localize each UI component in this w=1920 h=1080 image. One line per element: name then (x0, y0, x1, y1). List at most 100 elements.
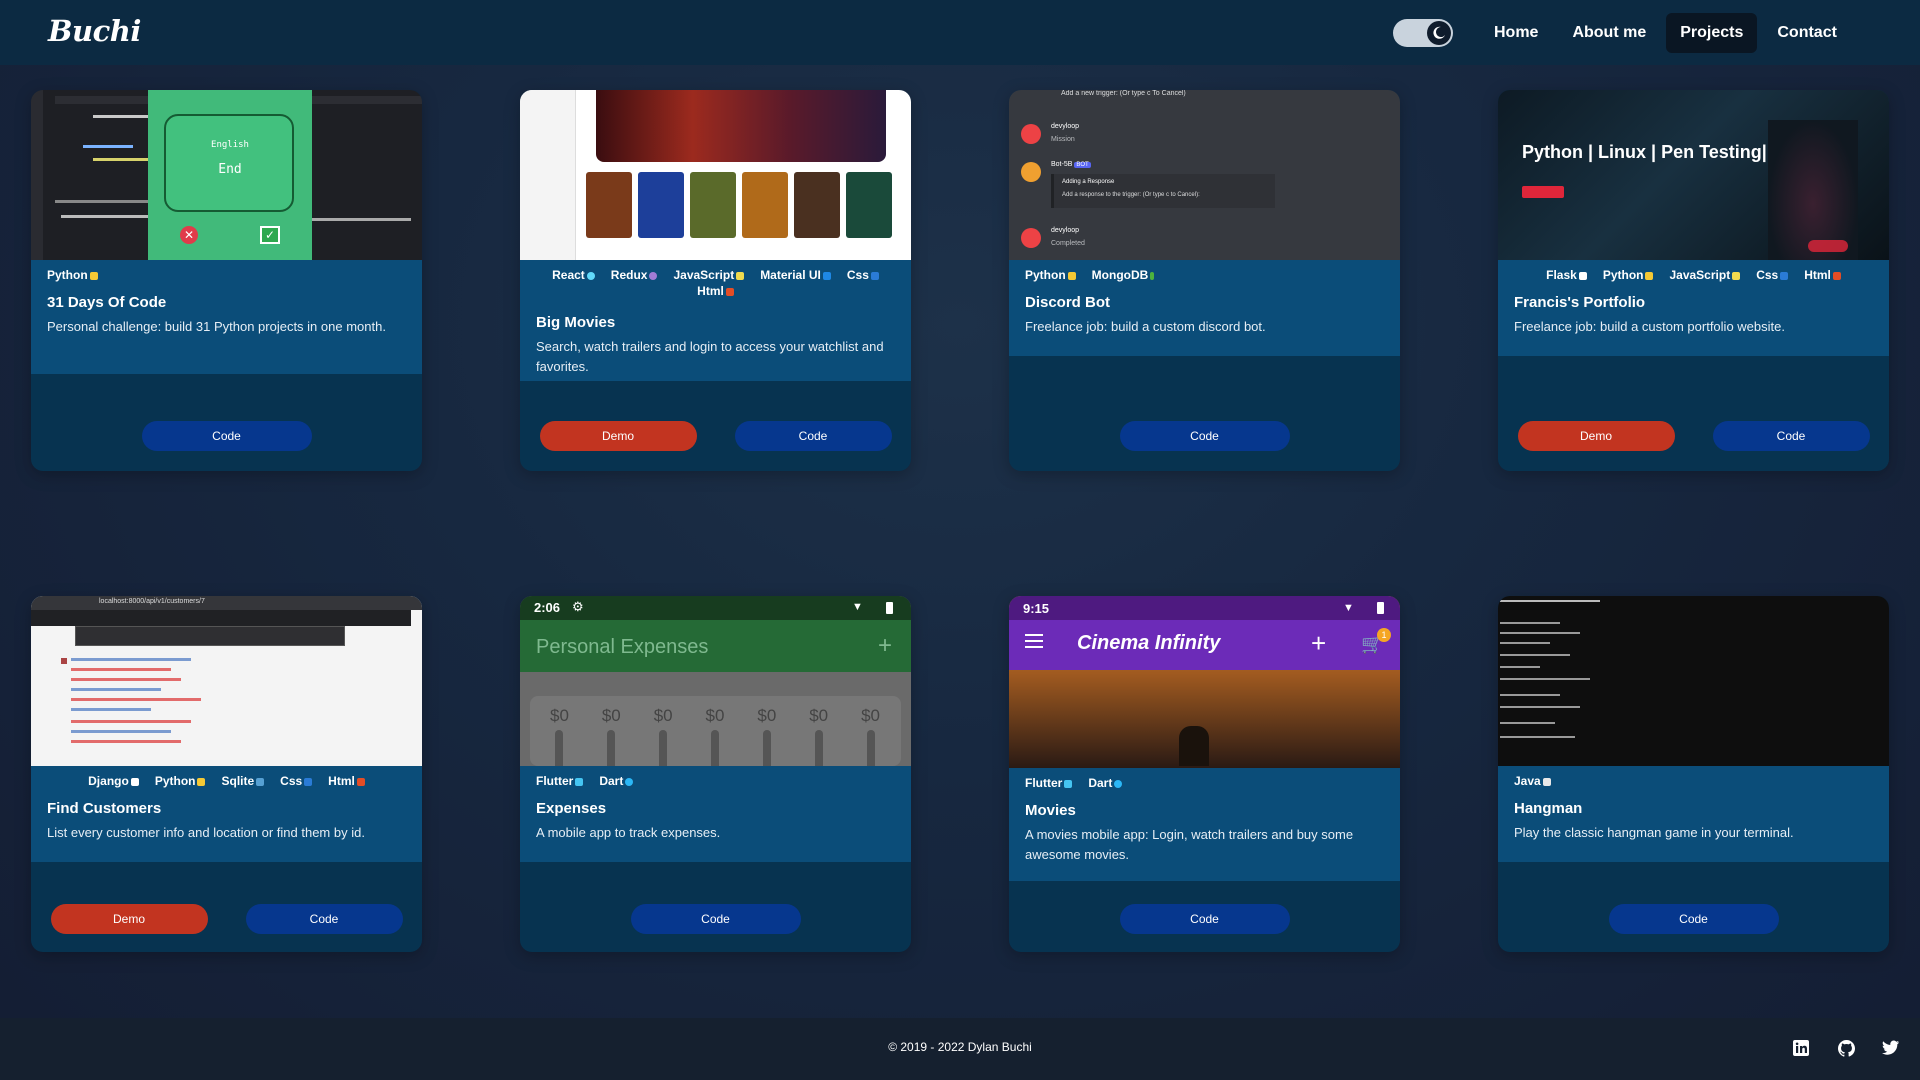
bar-amount: $0 (653, 706, 673, 725)
tag-flask: Flask (1546, 268, 1587, 282)
project-screenshot (520, 90, 911, 260)
card-actions: Code (1498, 904, 1889, 934)
tag-sqlite: Sqlite (221, 774, 265, 788)
code-button[interactable]: Code (1608, 904, 1779, 934)
tag-flutter: Flutter (1025, 776, 1073, 790)
tag-html: Html (328, 774, 365, 788)
project-description: Freelance job: build a custom discord bo… (1025, 319, 1266, 334)
wrong-icon: ✕ (180, 226, 198, 244)
bar-amount: $0 (809, 706, 829, 725)
demo-button[interactable]: Demo (539, 421, 697, 451)
app-title: Personal Expenses (536, 636, 709, 658)
card-info: Java Hangman Play the classic hangman ga… (1498, 766, 1889, 862)
settings-icon: ⚙ (572, 599, 584, 614)
battery-icon (886, 602, 893, 614)
tech-tags: Flutter Dart (536, 774, 895, 788)
project-screenshot: Python | Linux | Pen Testing| (1498, 90, 1889, 260)
bar-amount: $0 (757, 706, 777, 725)
status-time: 9:15 (1023, 601, 1050, 616)
nav-home[interactable]: Home (1480, 13, 1552, 53)
card-actions: Code (520, 904, 911, 934)
bot-avatar-icon (1021, 162, 1041, 182)
card-info: Python MongoDB Discord Bot Freelance job… (1009, 260, 1400, 356)
project-title: Find Customers (47, 800, 162, 817)
tech-tags: Flutter Dart (1025, 776, 1384, 790)
tag-css: Css (280, 774, 313, 788)
card-actions: Demo Code (1498, 421, 1889, 451)
embed-title: Adding a Response (1062, 179, 1115, 185)
tech-tags: React Redux JavaScript Material UI Css H… (536, 268, 895, 298)
project-card: 9:15 ▼ Cinema Infinity + 🛒 1 Flutter Dar… (1009, 596, 1400, 952)
card-info: Flutter Dart Movies A movies mobile app:… (1009, 768, 1400, 881)
tag-python: Python (47, 268, 98, 282)
site-logo[interactable]: Buchi (48, 14, 141, 48)
tag-react: React (552, 268, 595, 282)
tag-dart: Dart (599, 774, 634, 788)
top-navbar: Buchi Home About me Projects Contact (0, 0, 1920, 65)
project-title: Movies (1025, 802, 1076, 819)
portfolio-cta (1522, 186, 1564, 198)
demo-button[interactable]: Demo (50, 904, 208, 934)
code-button[interactable]: Code (141, 421, 312, 451)
card-actions: Code (1009, 421, 1400, 451)
discord-message: Mission (1051, 136, 1075, 143)
tech-tags: Python (47, 268, 406, 282)
code-button[interactable]: Code (630, 904, 801, 934)
demo-button[interactable]: Demo (1517, 421, 1675, 451)
nav-contact[interactable]: Contact (1763, 13, 1851, 53)
nav-about-me[interactable]: About me (1558, 13, 1660, 53)
project-screenshot: English End ✕ ✓ (31, 90, 422, 260)
tag-javascript: JavaScript (1669, 268, 1741, 282)
browser-url: localhost:8000/api/v1/customers/7 (99, 598, 205, 605)
status-time: 2:06 (534, 600, 561, 615)
project-screenshot: 2:06 ⚙ ▼ Personal Expenses + $0 $0 $0 $0… (520, 596, 911, 766)
project-description: Search, watch trailers and login to acce… (536, 339, 884, 374)
code-button[interactable]: Code (1119, 904, 1290, 934)
wifi-icon: ▼ (1343, 602, 1354, 614)
footer: © 2019 - 2022 Dylan Buchi (0, 1018, 1920, 1080)
discord-username: devyloop (1051, 227, 1080, 234)
tag-redux: Redux (611, 268, 658, 282)
tag-flutter: Flutter (536, 774, 584, 788)
twitter-icon[interactable] (1882, 1040, 1899, 1060)
project-description: Personal challenge: build 31 Python proj… (47, 319, 386, 334)
add-icon: + (878, 632, 893, 659)
code-button[interactable]: Code (245, 904, 403, 934)
add-icon: + (1311, 628, 1327, 658)
discord-username: devyloop (1051, 123, 1080, 130)
card-info: Flask Python JavaScript Css Html Francis… (1498, 260, 1889, 356)
github-icon[interactable] (1838, 1040, 1855, 1062)
tag-python: Python (1025, 268, 1076, 282)
project-card: Add a new trigger: (Or type c To Cancel)… (1009, 90, 1400, 471)
project-card: 2:06 ⚙ ▼ Personal Expenses + $0 $0 $0 $0… (520, 596, 911, 952)
linkedin-icon[interactable] (1793, 1040, 1809, 1061)
main-nav: Home About me Projects Contact (1480, 13, 1851, 53)
wifi-icon: ▼ (852, 601, 863, 613)
project-title: 31 Days Of Code (47, 294, 167, 311)
project-title: Discord Bot (1025, 294, 1111, 311)
tag-java: Java (1514, 774, 1551, 788)
code-button[interactable]: Code (734, 421, 892, 451)
bar-amount: $0 (550, 706, 569, 725)
code-button[interactable]: Code (1712, 421, 1870, 451)
project-title: Expenses (536, 800, 607, 817)
tag-html: Html (697, 284, 734, 298)
card-actions: Demo Code (520, 421, 911, 451)
bar-amount: $0 (601, 706, 621, 725)
project-description: List every customer info and location or… (47, 825, 365, 840)
card-actions: Code (31, 421, 422, 451)
tag-python: Python (155, 774, 206, 788)
code-button[interactable]: Code (1119, 421, 1290, 451)
flashcard-word: End (218, 162, 242, 177)
theme-toggle[interactable] (1393, 19, 1453, 47)
app-title: Cinema Infinity (1077, 632, 1221, 654)
project-card: React Redux JavaScript Material UI Css H… (520, 90, 911, 471)
tag-javascript: JavaScript (673, 268, 745, 282)
right-icon: ✓ (260, 226, 280, 244)
embed-text: Add a response to the trigger: (Or type … (1062, 192, 1200, 198)
project-screenshot: Add a new trigger: (Or type c To Cancel)… (1009, 90, 1400, 260)
tag-css: Css (847, 268, 879, 282)
tag-material-ui: Material UI (760, 268, 831, 282)
card-info: Python 31 Days Of Code Personal challeng… (31, 260, 422, 374)
nav-projects[interactable]: Projects (1666, 13, 1758, 53)
